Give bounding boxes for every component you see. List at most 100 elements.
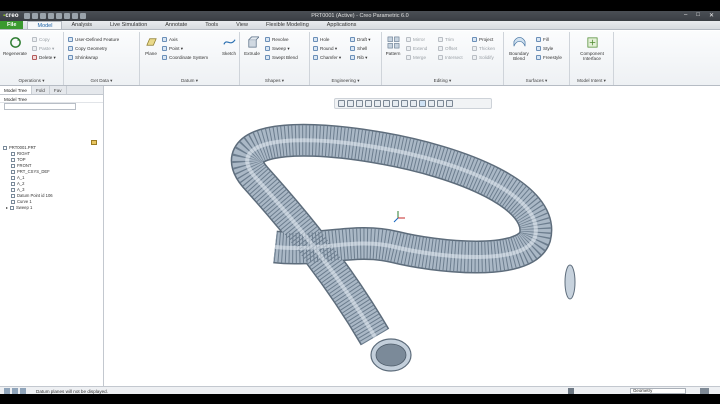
draft-button[interactable]: Draft ▾ xyxy=(350,36,371,43)
intersect-button[interactable]: Intersect xyxy=(438,54,463,61)
repaint-icon[interactable] xyxy=(365,100,372,107)
section-icon[interactable] xyxy=(410,100,417,107)
graphics-window[interactable] xyxy=(105,87,720,386)
tab-folder-browser[interactable]: Fold xyxy=(32,86,50,94)
tree-settings-icon[interactable] xyxy=(91,140,97,145)
shell-button[interactable]: Shell xyxy=(350,45,367,52)
maximize-button[interactable]: □ xyxy=(696,12,700,19)
find-icon[interactable] xyxy=(568,388,574,394)
bottom-letterbox xyxy=(0,394,720,404)
trim-icon xyxy=(438,37,443,42)
full-screen-icon[interactable] xyxy=(20,388,26,394)
pattern-button[interactable]: Pattern xyxy=(384,36,402,56)
extend-button[interactable]: Extend xyxy=(406,45,427,52)
merge-label: Merge xyxy=(413,55,427,60)
minimize-button[interactable]: – xyxy=(684,12,687,19)
expand-icon[interactable]: ▸ xyxy=(6,205,8,211)
status-icons xyxy=(4,388,26,394)
refit-icon[interactable] xyxy=(338,100,345,107)
tab-view[interactable]: View xyxy=(227,21,257,29)
spin-center-icon[interactable] xyxy=(437,100,444,107)
axis-button[interactable]: Axis xyxy=(162,36,178,43)
close-button[interactable]: ✕ xyxy=(709,12,714,19)
delete-button[interactable]: Delete ▾ xyxy=(32,54,56,61)
tab-live-simulation[interactable]: Live Simulation xyxy=(101,21,156,29)
filter-dropdown-icon[interactable] xyxy=(700,388,709,394)
solidify-button[interactable]: Solidify xyxy=(472,54,494,61)
paste-button[interactable]: Paste ▾ xyxy=(32,45,54,52)
datum-group-label[interactable]: Datum ▾ xyxy=(140,78,239,84)
saved-views-icon[interactable] xyxy=(383,100,390,107)
trim-label: Trim xyxy=(445,37,455,42)
zoom-out-icon[interactable] xyxy=(356,100,363,107)
browser-toggle-icon[interactable] xyxy=(12,388,18,394)
regenerate-button[interactable]: Regenerate xyxy=(2,36,28,56)
get-data-group-label[interactable]: Get Data ▾ xyxy=(64,78,139,84)
shrinkwrap-button[interactable]: Shrinkwrap xyxy=(68,54,98,61)
annotation-display-icon[interactable] xyxy=(428,100,435,107)
thicken-button[interactable]: Thicken xyxy=(472,45,495,52)
tab-analysis[interactable]: Analysis xyxy=(62,21,100,29)
merge-button[interactable]: Merge xyxy=(406,54,426,61)
style-button[interactable]: Style xyxy=(536,45,553,52)
datum-display-icon[interactable] xyxy=(419,100,426,107)
navigator-toggle-icon[interactable] xyxy=(4,388,10,394)
mirror-button[interactable]: Mirror xyxy=(406,36,425,43)
coordinate-system-button[interactable]: Coordinate System xyxy=(162,54,208,61)
tab-tools[interactable]: Tools xyxy=(196,21,227,29)
tree-item[interactable]: ▸ Sweep 1 xyxy=(3,205,53,211)
view-manager-icon[interactable] xyxy=(392,100,399,107)
user-defined-feature-button[interactable]: User-Defined Feature xyxy=(68,36,119,43)
editing-group-label[interactable]: Editing ▾ xyxy=(382,78,503,84)
tab-file[interactable]: File xyxy=(0,21,24,29)
fill-icon xyxy=(536,37,541,42)
rib-button[interactable]: Rib ▾ xyxy=(350,54,367,61)
tab-flexible-modeling[interactable]: Flexible Modeling xyxy=(257,21,318,29)
engineering-group-label[interactable]: Engineering ▾ xyxy=(310,78,381,84)
zoom-in-icon[interactable] xyxy=(347,100,354,107)
mirror-label: Mirror xyxy=(413,37,425,42)
shell-label: Shell xyxy=(357,46,368,51)
boundary-blend-button[interactable]: Boundary Blend xyxy=(506,36,532,61)
revolve-button[interactable]: Revolve xyxy=(265,36,289,43)
solidify-icon xyxy=(472,55,477,60)
component-interface-button[interactable]: Component Interface xyxy=(572,36,612,61)
datum-plane-icon xyxy=(11,158,15,162)
copy-button[interactable]: Copy xyxy=(32,36,50,43)
sketch-button[interactable]: Sketch xyxy=(220,36,238,56)
operations-group-label[interactable]: Operations ▾ xyxy=(0,78,63,84)
surfaces-group-label[interactable]: Surfaces ▾ xyxy=(504,78,569,84)
tab-applications[interactable]: Applications xyxy=(318,21,366,29)
top-letterbox xyxy=(0,0,720,11)
sweep-button[interactable]: Sweep ▾ xyxy=(265,45,290,52)
trim-button[interactable]: Trim xyxy=(438,36,454,43)
plane-button[interactable]: Plane xyxy=(142,36,160,56)
display-style-icon[interactable] xyxy=(401,100,408,107)
freestyle-button[interactable]: Freestyle xyxy=(536,54,562,61)
fill-button[interactable]: Fill xyxy=(536,36,549,43)
swept-blend-button[interactable]: Swept Blend xyxy=(265,54,298,61)
tab-model-tree[interactable]: Model Tree xyxy=(0,86,32,94)
copy-geometry-button[interactable]: Copy Geometry xyxy=(68,45,107,52)
tab-model[interactable]: Model xyxy=(27,21,63,29)
extrude-button[interactable]: Extrude xyxy=(241,36,263,56)
sketcher-display-icon[interactable] xyxy=(446,100,453,107)
hole-button[interactable]: Hole xyxy=(313,36,329,43)
round-button[interactable]: Round ▾ xyxy=(313,45,337,52)
perspective-icon[interactable] xyxy=(374,100,381,107)
model-intent-group-label[interactable]: Model Intent ▾ xyxy=(570,78,613,84)
selection-filter-select[interactable]: Geometry xyxy=(630,388,686,394)
project-button[interactable]: Project xyxy=(472,36,493,43)
axis-icon xyxy=(11,188,15,192)
point-button[interactable]: Point ▾ xyxy=(162,45,183,52)
tab-favorites[interactable]: Fav xyxy=(50,86,67,94)
shapes-group-label[interactable]: Shapes ▾ xyxy=(240,78,309,84)
merge-icon xyxy=(406,55,411,60)
axis-icon xyxy=(162,37,167,42)
chamfer-button[interactable]: Chamfer ▾ xyxy=(313,54,341,61)
hose-model[interactable] xyxy=(105,87,720,386)
tab-annotate[interactable]: Annotate xyxy=(156,21,196,29)
chamfer-icon xyxy=(313,55,318,60)
tree-search-input[interactable] xyxy=(4,103,76,110)
offset-button[interactable]: Offset xyxy=(438,45,457,52)
